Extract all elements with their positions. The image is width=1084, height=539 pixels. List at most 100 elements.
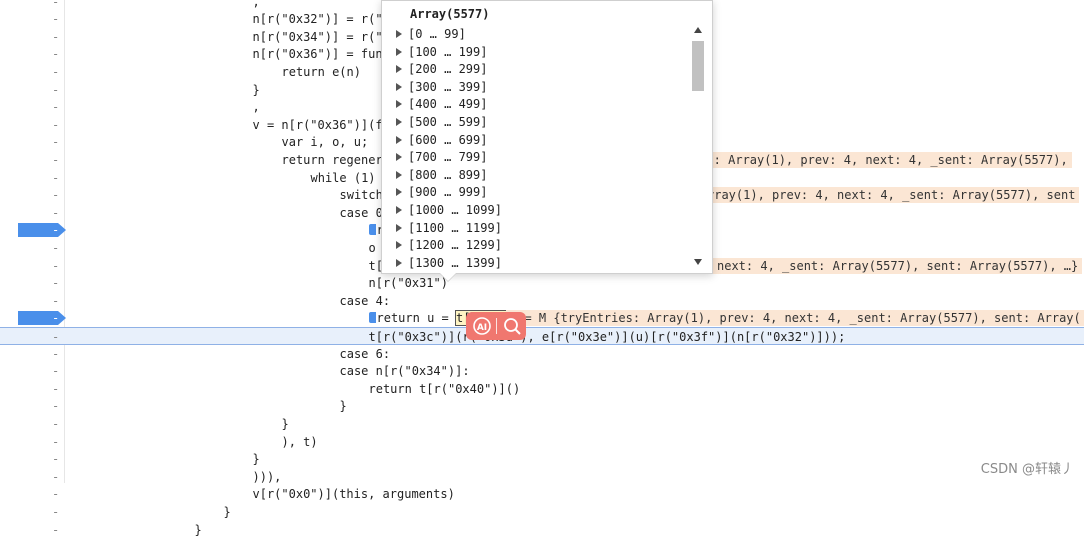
array-range-item[interactable]: [100 … 199] [396, 44, 502, 62]
gutter-dash: - [52, 346, 60, 361]
code-line[interactable]: - case 4: [0, 292, 1084, 310]
code-line[interactable]: -), t) [0, 433, 1084, 451]
expand-triangle-icon[interactable] [396, 82, 402, 91]
code-text: var i, o, u; [282, 133, 369, 151]
gutter-dash: - [52, 522, 60, 537]
code-line-text: case 4: [339, 293, 391, 308]
expand-triangle-icon[interactable] [396, 117, 402, 126]
gutter-cell[interactable]: - [0, 521, 64, 539]
scroll-up-icon[interactable] [694, 27, 702, 33]
array-range-label: [1200 … 1299] [408, 238, 502, 253]
array-range-label: [800 … 899] [408, 167, 488, 182]
code-text: , [253, 98, 260, 116]
array-range-item[interactable]: [900 … 999] [396, 184, 502, 202]
array-range-item[interactable]: [600 … 699] [396, 132, 502, 150]
gutter-cell[interactable]: - [0, 0, 64, 11]
expand-triangle-icon[interactable] [396, 153, 402, 162]
code-line[interactable]: - case 6: [0, 345, 1084, 363]
expand-triangle-icon[interactable] [396, 47, 402, 56]
code-line[interactable]: - v[r("0x0")](this, arguments) [0, 485, 1084, 503]
code-line[interactable]: - n[r("0x31") [0, 274, 1084, 292]
gutter-cell[interactable]: - [0, 485, 64, 503]
gutter-dash: - [52, 452, 60, 467]
gutter-cell[interactable]: - [0, 45, 64, 63]
popup-scrollbar[interactable] [692, 23, 704, 269]
gutter-cell[interactable]: - [0, 415, 64, 433]
gutter-cell[interactable]: - [0, 345, 64, 363]
expand-triangle-icon[interactable] [396, 65, 402, 74]
inline-breakpoint-icon[interactable] [368, 312, 376, 324]
gutter-cell[interactable]: - [0, 10, 64, 28]
array-range-item[interactable]: [1000 … 1099] [396, 202, 502, 220]
gutter-cell[interactable]: - [0, 28, 64, 46]
code-line[interactable]: -} [0, 415, 1084, 433]
gutter-cell[interactable]: - [0, 116, 64, 134]
gutter-cell[interactable]: - [0, 397, 64, 415]
gutter-cell[interactable]: - [0, 257, 64, 275]
gutter-cell[interactable]: - [0, 133, 64, 151]
expand-triangle-icon[interactable] [396, 258, 402, 267]
array-range-item[interactable]: [1200 … 1299] [396, 237, 502, 255]
code-line-text: } [252, 452, 260, 467]
array-range-item[interactable]: [1100 … 1199] [396, 220, 502, 238]
search-icon[interactable] [502, 316, 522, 336]
gutter-cell[interactable]: - [0, 328, 64, 346]
scroll-down-icon[interactable] [694, 259, 702, 265]
array-range-item[interactable]: [400 … 499] [396, 96, 502, 114]
inline-value-annotation: t = M {tryEntries: Array(1), prev: 4, ne… [506, 310, 1084, 327]
gutter-cell[interactable]: - [0, 362, 64, 380]
breakpoint-marker[interactable]: - [0, 221, 66, 239]
expand-triangle-icon[interactable] [396, 135, 402, 144]
inline-breakpoint-icon[interactable] [368, 224, 376, 236]
gutter-cell[interactable]: - [0, 433, 64, 451]
gutter-cell[interactable]: - [0, 503, 64, 521]
expand-triangle-icon[interactable] [396, 188, 402, 197]
expand-triangle-icon[interactable] [396, 170, 402, 179]
code-line[interactable]: -} [0, 397, 1084, 415]
gutter-cell[interactable]: - [0, 169, 64, 187]
code-line[interactable]: -} [0, 521, 1084, 539]
gutter-cell[interactable]: - [0, 292, 64, 310]
gutter-dash: - [52, 504, 60, 519]
code-line[interactable]: -} [0, 503, 1084, 521]
gutter-dash: - [52, 364, 60, 379]
gutter-cell[interactable]: - [0, 151, 64, 169]
expand-triangle-icon[interactable] [396, 30, 402, 38]
array-range-item[interactable]: [1300 … 1399] [396, 255, 502, 273]
array-range-item[interactable]: [800 … 899] [396, 167, 502, 185]
gutter-dash: - [52, 29, 60, 44]
code-text: } [224, 503, 231, 521]
code-line[interactable]: - return t[r("0x40")]() [0, 380, 1084, 398]
popup-title: Array(5577) [410, 7, 490, 21]
gutter-cell[interactable]: - [0, 204, 64, 222]
expand-triangle-icon[interactable] [396, 223, 402, 232]
code-line-text: return t[r("0x40")]() [368, 381, 521, 396]
expand-triangle-icon[interactable] [396, 205, 402, 214]
gutter-dash: - [52, 64, 60, 79]
gutter-cell[interactable]: - [0, 186, 64, 204]
scroll-thumb[interactable] [692, 41, 704, 91]
array-range-item[interactable]: [0 … 99] [396, 26, 502, 44]
expand-triangle-icon[interactable] [396, 241, 402, 250]
gutter-cell[interactable]: - [0, 81, 64, 99]
gutter-cell[interactable]: - [0, 274, 64, 292]
code-line[interactable]: - case n[r("0x34")]: [0, 362, 1084, 380]
gutter-cell[interactable]: - [0, 98, 64, 116]
gutter-cell[interactable]: - [0, 63, 64, 81]
gutter-cell[interactable]: - [0, 239, 64, 257]
code-line-text: } [252, 82, 260, 97]
code-text: } [195, 521, 202, 539]
gutter-cell[interactable]: - [0, 450, 64, 468]
code-line-text: case 6: [339, 346, 391, 361]
array-range-item[interactable]: [500 … 599] [396, 114, 502, 132]
breakpoint-marker[interactable]: - [0, 309, 66, 327]
code-text: } [282, 415, 289, 433]
code-line[interactable]: -} [0, 450, 1084, 468]
code-line[interactable]: - t[r("0x3c")](r("0x3d"), e[r("0x3e")](u)… [0, 326, 1084, 346]
array-range-item[interactable]: [300 … 399] [396, 79, 502, 97]
expand-triangle-icon[interactable] [396, 100, 402, 109]
ai-icon[interactable]: AI [472, 316, 492, 336]
array-range-item[interactable]: [200 … 299] [396, 61, 502, 79]
gutter-cell[interactable]: - [0, 380, 64, 398]
array-range-item[interactable]: [700 … 799] [396, 149, 502, 167]
